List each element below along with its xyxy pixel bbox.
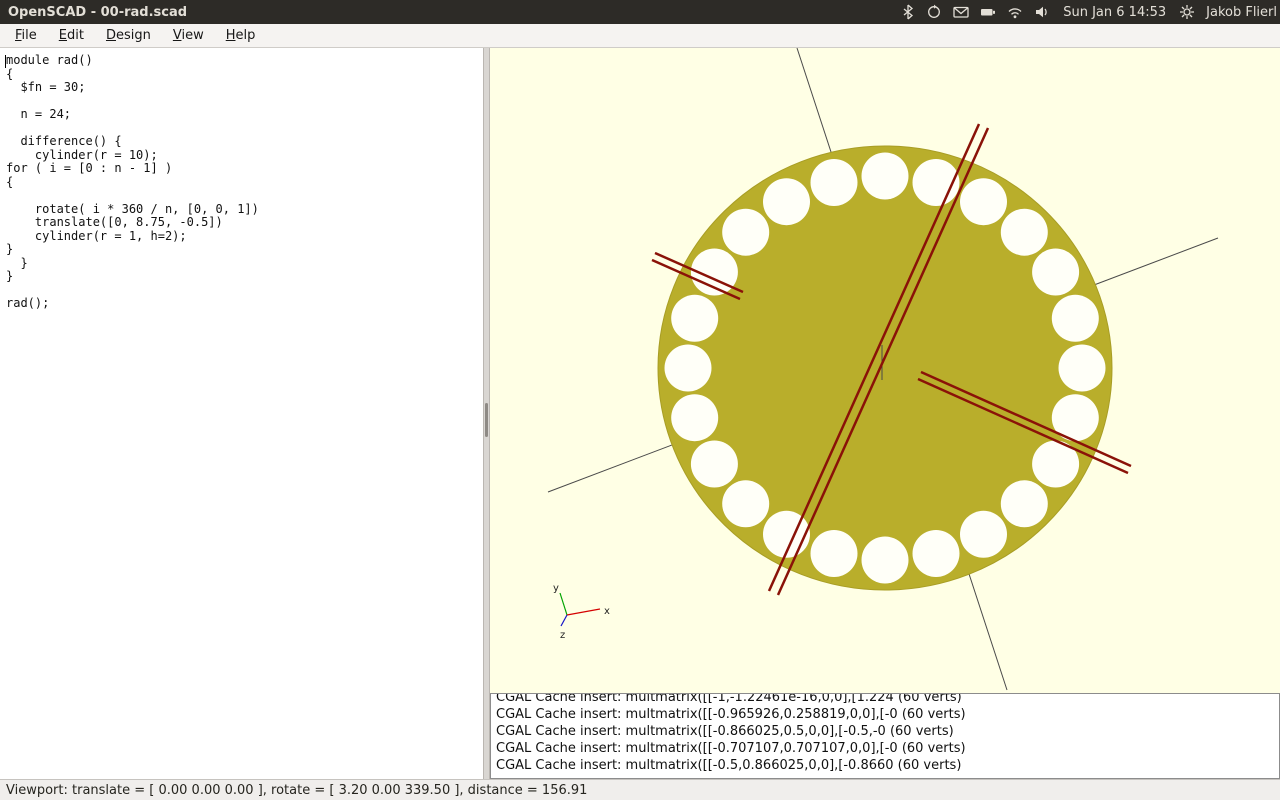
disc-hole <box>960 178 1007 225</box>
code-line: difference() { <box>6 135 483 149</box>
disc-hole <box>671 394 718 441</box>
menu-view[interactable]: View <box>162 25 215 46</box>
text-cursor <box>5 55 6 68</box>
sync-icon[interactable] <box>926 4 942 20</box>
volume-icon[interactable] <box>1034 4 1050 20</box>
axis-x-label: x <box>604 606 610 617</box>
menu-design[interactable]: Design <box>95 25 162 46</box>
console-line: CGAL Cache insert: multmatrix([[-0.96592… <box>496 706 1279 723</box>
code-editor[interactable]: module rad(){ $fn = 30; n = 24; differen… <box>0 48 483 779</box>
disc-hole <box>671 295 718 342</box>
code-line: $fn = 30; <box>6 81 483 95</box>
openscad-window: OpenSCAD - 00-rad.scad <box>0 0 1280 800</box>
console-line: CGAL Cache insert: multmatrix([[-0.86602… <box>496 723 1279 740</box>
console-line: CGAL Cache insert: multmatrix([[-0.5,0.8… <box>496 757 1279 774</box>
disc-hole <box>722 209 769 256</box>
console-line: CGAL Cache insert: multmatrix([[-1,-1.22… <box>496 693 1279 706</box>
disc-hole <box>1001 209 1048 256</box>
disc-hole <box>691 441 738 488</box>
battery-icon[interactable] <box>980 4 996 20</box>
menu-help[interactable]: Help <box>215 25 267 46</box>
disc-hole <box>1032 249 1079 296</box>
axis-y-label: y <box>553 583 559 594</box>
code-line: } <box>6 257 483 271</box>
code-line: } <box>6 243 483 257</box>
code-lines: module rad(){ $fn = 30; n = 24; differen… <box>6 54 483 311</box>
viewport-3d[interactable]: y x z <box>490 48 1280 693</box>
code-line: n = 24; <box>6 108 483 122</box>
top-panel: OpenSCAD - 00-rad.scad <box>0 0 1280 24</box>
code-line: module rad() <box>6 54 483 68</box>
console-lines: CGAL Cache insert: multmatrix([[-1,-1.22… <box>496 693 1279 774</box>
code-line: } <box>6 270 483 284</box>
code-line: cylinder(r = 1, h=2); <box>6 230 483 244</box>
code-line: for ( i = [0 : n - 1] ) <box>6 162 483 176</box>
code-line: rad(); <box>6 297 483 311</box>
disc-hole <box>665 345 712 392</box>
disc-hole <box>862 153 909 200</box>
console-panel[interactable]: CGAL Cache insert: multmatrix([[-1,-1.22… <box>490 693 1280 779</box>
wifi-icon[interactable] <box>1007 4 1023 20</box>
disc-hole <box>722 480 769 527</box>
disc-hole <box>763 178 810 225</box>
console-line: CGAL Cache insert: multmatrix([[-0.70710… <box>496 740 1279 757</box>
disc-hole <box>811 530 858 577</box>
mail-icon[interactable] <box>953 5 969 19</box>
code-line <box>6 189 483 203</box>
code-line: cylinder(r = 10); <box>6 149 483 163</box>
bluetooth-icon[interactable] <box>901 4 915 20</box>
menu-bar: File Edit Design View Help <box>0 24 1280 48</box>
code-line: { <box>6 68 483 82</box>
code-line <box>6 284 483 298</box>
rendered-disc <box>658 146 1112 590</box>
code-line: rotate( i * 360 / n, [0, 0, 1]) <box>6 203 483 217</box>
disc-hole <box>1001 480 1048 527</box>
right-column: y x z CGAL Cache insert: multmatrix([[-1… <box>490 48 1280 779</box>
axis-indicator: y x z <box>553 583 610 641</box>
splitter-handle-icon <box>485 403 488 437</box>
menu-edit[interactable]: Edit <box>48 25 95 46</box>
code-line <box>6 95 483 109</box>
disc-hole <box>1059 345 1106 392</box>
window-title: OpenSCAD - 00-rad.scad <box>0 5 187 20</box>
menu-file[interactable]: File <box>4 25 48 46</box>
pane-splitter[interactable] <box>483 48 490 779</box>
code-line <box>6 122 483 136</box>
session-gear-icon[interactable] <box>1179 4 1195 20</box>
code-line: { <box>6 176 483 190</box>
disc-hole <box>811 159 858 206</box>
disc-hole <box>913 530 960 577</box>
code-line: translate([0, 8.75, -0.5]) <box>6 216 483 230</box>
disc-hole <box>1052 295 1099 342</box>
user-menu[interactable]: Jakob Flierl <box>1206 5 1278 20</box>
main-area: module rad(){ $fn = 30; n = 24; differen… <box>0 48 1280 779</box>
disc-hole <box>862 537 909 584</box>
disc-hole <box>960 511 1007 558</box>
clock-indicator[interactable]: Sun Jan 6 14:53 <box>1061 5 1168 20</box>
render-canvas: y x z <box>490 48 1280 693</box>
viewport-status-text: Viewport: translate = [ 0.00 0.00 0.00 ]… <box>6 783 587 798</box>
status-bar: Viewport: translate = [ 0.00 0.00 0.00 ]… <box>0 779 1280 800</box>
axis-z-label: z <box>560 630 565 641</box>
indicator-area: Sun Jan 6 14:53 Jakob Flierl <box>901 4 1280 20</box>
